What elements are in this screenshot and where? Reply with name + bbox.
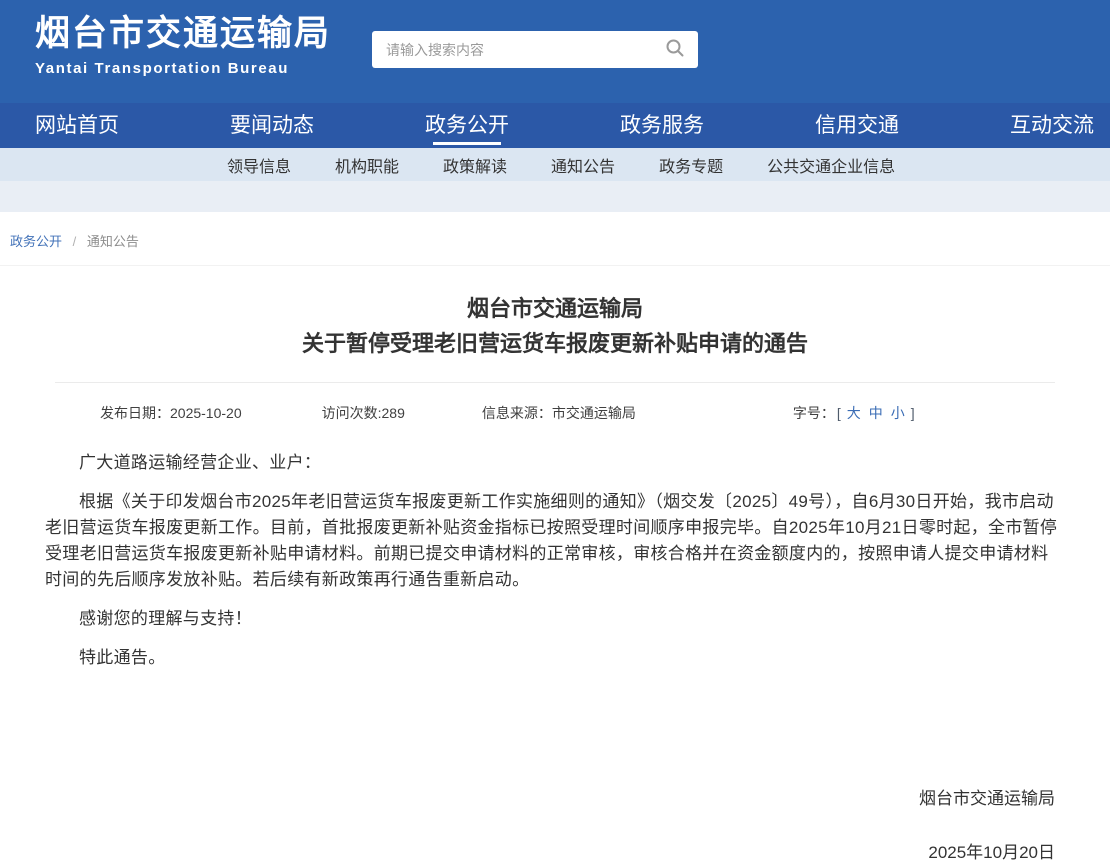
site-title: 烟台市交通运输局 <box>35 13 331 55</box>
article-container: 烟台市交通运输局 关于暂停受理老旧营运货车报废更新补贴申请的通告 发布日期：20… <box>0 291 1110 863</box>
font-size-small-button[interactable]: 小 <box>891 403 905 423</box>
signature-date: 2025年10月20日 <box>45 838 1055 863</box>
paragraph-main: 根据《关于印发烟台市2025年老旧营运货车报废更新工作实施细则的通知》（烟交发〔… <box>45 489 1065 593</box>
breadcrumb-current-notices[interactable]: 通知公告 <box>87 234 139 249</box>
sub-nav: 领导信息 机构职能 政策解读 通知公告 政务专题 公共交通企业信息 <box>0 148 1110 181</box>
font-size-large-button[interactable]: 大 <box>847 403 861 423</box>
article-title: 烟台市交通运输局 关于暂停受理老旧营运货车报废更新补贴申请的通告 <box>45 291 1065 361</box>
article-title-line2: 关于暂停受理老旧营运货车报废更新补贴申请的通告 <box>45 326 1065 361</box>
bracket-open: [ <box>837 405 841 421</box>
font-size-label: 字号： <box>793 403 835 423</box>
signature-name: 烟台市交通运输局 <box>45 784 1055 809</box>
visit-count: 访问次数:289 <box>322 403 405 423</box>
visit-count-value: 289 <box>382 405 405 421</box>
subnav-item-topics[interactable]: 政务专题 <box>659 153 723 177</box>
subnav-item-public-transport-info[interactable]: 公共交通企业信息 <box>767 153 895 177</box>
publish-date: 发布日期：2025-10-20 <box>100 403 242 423</box>
paragraph-thanks: 感谢您的理解与支持！ <box>45 606 1065 632</box>
search-input[interactable] <box>372 42 652 58</box>
info-source: 信息来源：市交通运输局 <box>482 403 636 423</box>
subnav-item-functions[interactable]: 机构职能 <box>335 153 399 177</box>
signature-block: 烟台市交通运输局 2025年10月20日 <box>45 784 1065 863</box>
subnav-item-leadership[interactable]: 领导信息 <box>227 153 291 177</box>
font-size-control: 字号： [ 大 中 小 ] <box>793 403 917 423</box>
article-meta: 发布日期：2025-10-20 访问次数:289 信息来源：市交通运输局 字号：… <box>45 383 1065 423</box>
breadcrumb-link-gov-affairs[interactable]: 政务公开 <box>10 234 62 249</box>
nav-item-home[interactable]: 网站首页 <box>35 103 119 148</box>
paragraph-salutation: 广大道路运输经营企业、业户： <box>45 450 1065 476</box>
site-header: 烟台市交通运输局 Yantai Transportation Bureau <box>0 0 1110 103</box>
breadcrumb-separator: / <box>73 234 77 249</box>
visit-count-label: 访问次数: <box>322 405 382 421</box>
secondary-band <box>0 181 1110 212</box>
search-button[interactable] <box>652 31 698 68</box>
site-logo[interactable]: 烟台市交通运输局 Yantai Transportation Bureau <box>35 13 331 77</box>
article-title-line1: 烟台市交通运输局 <box>45 291 1065 326</box>
publish-date-label: 发布日期： <box>100 405 170 421</box>
bracket-close: ] <box>911 405 915 421</box>
article-body: 广大道路运输经营企业、业户： 根据《关于印发烟台市2025年老旧营运货车报废更新… <box>45 450 1065 671</box>
nav-item-credit-traffic[interactable]: 信用交通 <box>815 103 899 148</box>
paragraph-closing: 特此通告。 <box>45 645 1065 671</box>
info-source-label: 信息来源： <box>482 405 552 421</box>
nav-item-gov-services[interactable]: 政务服务 <box>620 103 704 148</box>
search-icon <box>665 38 685 61</box>
publish-date-value: 2025-10-20 <box>170 405 242 421</box>
nav-item-gov-affairs[interactable]: 政务公开 <box>425 103 509 148</box>
nav-item-news[interactable]: 要闻动态 <box>230 103 314 148</box>
main-nav: 网站首页 要闻动态 政务公开 政务服务 信用交通 互动交流 <box>0 103 1110 148</box>
search-box <box>372 31 698 68</box>
info-source-value: 市交通运输局 <box>552 405 636 421</box>
breadcrumb: 政务公开 / 通知公告 <box>0 212 1110 266</box>
nav-item-interaction[interactable]: 互动交流 <box>1010 103 1094 148</box>
subnav-item-notices[interactable]: 通知公告 <box>551 153 615 177</box>
site-subtitle: Yantai Transportation Bureau <box>35 60 331 77</box>
subnav-item-policy[interactable]: 政策解读 <box>443 153 507 177</box>
font-size-medium-button[interactable]: 中 <box>869 403 883 423</box>
